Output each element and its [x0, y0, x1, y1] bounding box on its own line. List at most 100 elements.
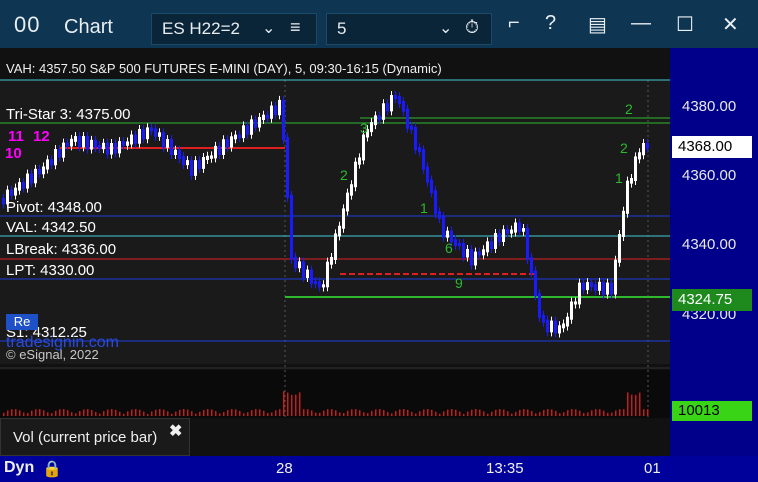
volume-bar — [459, 411, 461, 416]
candle — [210, 155, 213, 159]
volume-bar — [615, 410, 617, 416]
minimize-icon[interactable]: — — [631, 12, 651, 35]
volume-bar — [339, 412, 341, 416]
volume-bar — [83, 409, 85, 416]
volume-bar — [443, 411, 445, 416]
lock-icon[interactable]: 🔒 — [42, 459, 62, 479]
interval-selector[interactable]: 5 ⌄ ⏱ — [326, 13, 492, 45]
lpt-label: LPT: 4330.00 — [6, 262, 95, 279]
candle — [414, 127, 417, 151]
candle — [398, 96, 401, 105]
count-annotation: 2 — [620, 140, 628, 156]
volume-bar — [11, 409, 13, 416]
candle — [314, 280, 317, 285]
candle — [162, 132, 165, 148]
candle — [422, 149, 425, 170]
volume-bar — [187, 409, 189, 416]
candle — [98, 145, 101, 150]
volume-bar — [387, 412, 389, 416]
candle — [486, 241, 489, 253]
candle — [566, 316, 569, 327]
volume-bar — [539, 412, 541, 416]
volume-bar — [115, 409, 117, 416]
candle — [454, 239, 457, 246]
volume-bar — [159, 409, 161, 416]
candle — [542, 314, 545, 323]
candle — [22, 182, 25, 189]
candle — [122, 141, 125, 146]
volume-bar — [439, 413, 441, 416]
candle — [282, 99, 285, 141]
volume-value-tag: 10013 — [672, 401, 752, 421]
candle — [174, 149, 177, 156]
candle — [334, 233, 337, 260]
candle — [470, 249, 473, 266]
clock-icon[interactable]: ⏱ — [465, 17, 479, 38]
candle — [218, 145, 221, 155]
volume-bar — [511, 413, 513, 416]
candle — [358, 157, 361, 165]
pin-icon[interactable]: ⌐ — [508, 12, 520, 35]
candle — [554, 320, 557, 334]
candle — [14, 187, 17, 196]
count-annotation: 3 — [360, 120, 368, 136]
volume-bar — [231, 409, 233, 416]
volume-bar — [243, 413, 245, 416]
chevron-down-icon[interactable]: ⌄ — [262, 18, 275, 38]
candle — [26, 173, 29, 189]
volume-bar — [327, 409, 329, 416]
count-annotation: 9 — [455, 275, 463, 291]
close-icon[interactable]: ✖ — [169, 421, 182, 441]
volume-bar — [451, 409, 453, 416]
candle — [266, 114, 269, 119]
volume-bar — [47, 412, 49, 416]
volume-bar — [531, 411, 533, 416]
volume-bar — [119, 411, 121, 416]
page-icon[interactable]: ▤ — [588, 12, 607, 37]
chart-area[interactable]: 11 12 10 2 3 2 1 6 9 1 2 VAH: 4357.50 S&… — [0, 48, 758, 482]
chevron-down-icon[interactable]: ⌄ — [439, 18, 452, 38]
candle — [386, 103, 389, 112]
volume-bar — [31, 410, 33, 416]
candle — [434, 190, 437, 215]
volume-bar — [267, 413, 269, 416]
candle — [466, 249, 469, 258]
symbol-selector[interactable]: ES H22=2 ⌄ ≡ — [151, 13, 317, 45]
dynamic-label[interactable]: Dyn — [4, 459, 34, 477]
menu-icon[interactable]: ≡ — [290, 17, 301, 38]
volume-bar — [263, 410, 265, 416]
volume-bar — [583, 412, 585, 416]
candle — [522, 228, 525, 232]
candle — [290, 194, 293, 260]
candle — [438, 211, 441, 220]
volume-bar — [311, 410, 313, 416]
candle — [150, 127, 153, 132]
candle — [330, 256, 333, 265]
candle — [618, 233, 621, 263]
re-badge[interactable]: Re — [6, 314, 38, 330]
close-icon[interactable]: ✕ — [722, 12, 739, 37]
volume-bar — [39, 409, 41, 416]
volume-bar — [419, 411, 421, 416]
candle — [74, 136, 77, 142]
candle — [530, 257, 533, 274]
count-annotation: 1 — [615, 170, 623, 186]
volume-bar — [463, 413, 465, 416]
candle — [534, 270, 537, 297]
candle — [598, 281, 601, 291]
time-axis-bar[interactable]: Dyn 🔒 28 13:35 01 — [0, 456, 758, 482]
candle — [510, 229, 513, 234]
candle — [538, 293, 541, 318]
count-annotation: 1 — [420, 200, 428, 216]
volume-bar — [359, 410, 361, 416]
volume-bar — [411, 411, 413, 416]
volume-study-label[interactable]: Vol (current price bar) ✖ — [0, 418, 190, 456]
volume-bar — [223, 412, 225, 416]
maximize-icon[interactable]: ☐ — [676, 12, 694, 37]
candle — [170, 139, 173, 156]
volume-bar — [3, 412, 5, 416]
candle — [550, 320, 553, 333]
volume-bar — [191, 411, 193, 416]
level-price-tag: 4324.75 — [672, 289, 752, 311]
help-icon[interactable]: ? — [545, 12, 556, 35]
